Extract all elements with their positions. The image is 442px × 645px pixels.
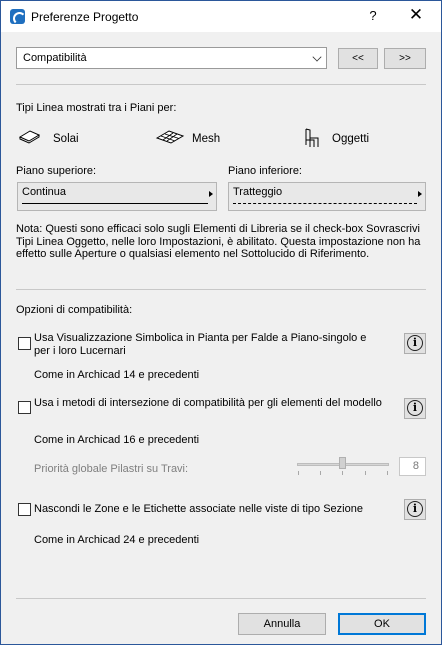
upper-floor-linetype-value: Continua bbox=[22, 186, 67, 198]
help-button[interactable]: ? bbox=[361, 4, 385, 28]
triangle-right-icon bbox=[209, 191, 213, 197]
priority-slider-thumb[interactable] bbox=[339, 457, 346, 469]
column-beam-priority-label: Priorità globale Pilastri su Travi: bbox=[34, 463, 189, 475]
compat-note-24: Come in Archicad 24 e precedenti bbox=[34, 534, 200, 546]
solid-line-sample bbox=[22, 203, 208, 204]
intersection-method-label: Usa i metodi di intersezione di compatib… bbox=[34, 397, 382, 409]
divider bbox=[16, 598, 426, 599]
upper-floor-linetype-button[interactable]: Continua bbox=[17, 182, 217, 211]
solai-label: Solai bbox=[53, 133, 79, 145]
divider bbox=[16, 84, 426, 85]
hide-zones-label: Nascondi le Zone e le Etichette associat… bbox=[34, 503, 363, 515]
lower-floor-linetype-button[interactable]: Tratteggio bbox=[228, 182, 426, 211]
mesh-icon bbox=[155, 128, 185, 149]
next-page-button[interactable]: >> bbox=[384, 48, 426, 69]
info-button[interactable]: i bbox=[404, 398, 426, 419]
previous-page-button[interactable]: << bbox=[338, 48, 378, 69]
slider-tick bbox=[342, 471, 343, 475]
dashed-line-sample bbox=[233, 203, 417, 204]
info-icon: i bbox=[407, 501, 423, 517]
symbolic-roof-checkbox[interactable] bbox=[18, 337, 31, 350]
slider-tick bbox=[365, 471, 366, 475]
slab-icon bbox=[18, 129, 41, 148]
lower-floor-linetype-value: Tratteggio bbox=[233, 186, 283, 198]
slider-tick bbox=[298, 471, 299, 475]
info-icon: i bbox=[407, 400, 423, 416]
preferences-dialog: Preferenze Progetto ? ✕ Compatibilità <<… bbox=[0, 0, 442, 645]
divider bbox=[16, 289, 426, 290]
upper-floor-label: Piano superiore: bbox=[16, 165, 97, 177]
intersection-method-checkbox[interactable] bbox=[18, 401, 31, 414]
mesh-label: Mesh bbox=[192, 133, 221, 145]
line-types-heading: Tipi Linea mostrati tra i Piani per: bbox=[16, 102, 177, 114]
info-icon: i bbox=[407, 335, 423, 351]
page-selector-dropdown[interactable]: Compatibilità bbox=[16, 47, 327, 69]
close-button[interactable]: ✕ bbox=[401, 4, 431, 28]
compat-note-14: Come in Archicad 14 e precedenti bbox=[34, 369, 200, 381]
slider-tick bbox=[320, 471, 321, 475]
chevron-down-icon bbox=[312, 52, 322, 62]
lower-floor-label: Piano inferiore: bbox=[228, 165, 302, 177]
archicad-app-icon bbox=[10, 9, 26, 25]
info-button[interactable]: i bbox=[404, 499, 426, 520]
info-button[interactable]: i bbox=[404, 333, 426, 354]
chair-icon bbox=[302, 127, 324, 152]
priority-value-field[interactable]: 8 bbox=[399, 457, 426, 476]
linetype-note: Nota: Questi sono efficaci solo sugli El… bbox=[16, 223, 421, 260]
compat-heading: Opzioni di compatibilità: bbox=[16, 304, 133, 316]
cancel-button[interactable]: Annulla bbox=[238, 613, 326, 635]
hide-zones-checkbox[interactable] bbox=[18, 503, 31, 516]
triangle-right-icon bbox=[418, 191, 422, 197]
oggetti-label: Oggetti bbox=[332, 133, 370, 145]
page-selector-value: Compatibilità bbox=[23, 52, 87, 64]
slider-tick bbox=[387, 471, 388, 475]
compat-note-16: Come in Archicad 16 e precedenti bbox=[34, 434, 200, 446]
title-bar: Preferenze Progetto ? ✕ bbox=[1, 1, 441, 32]
symbolic-roof-label: Usa Visualizzazione Simbolica in Pianta … bbox=[34, 332, 367, 357]
window-title: Preferenze Progetto bbox=[31, 10, 139, 24]
ok-button[interactable]: OK bbox=[338, 613, 426, 635]
